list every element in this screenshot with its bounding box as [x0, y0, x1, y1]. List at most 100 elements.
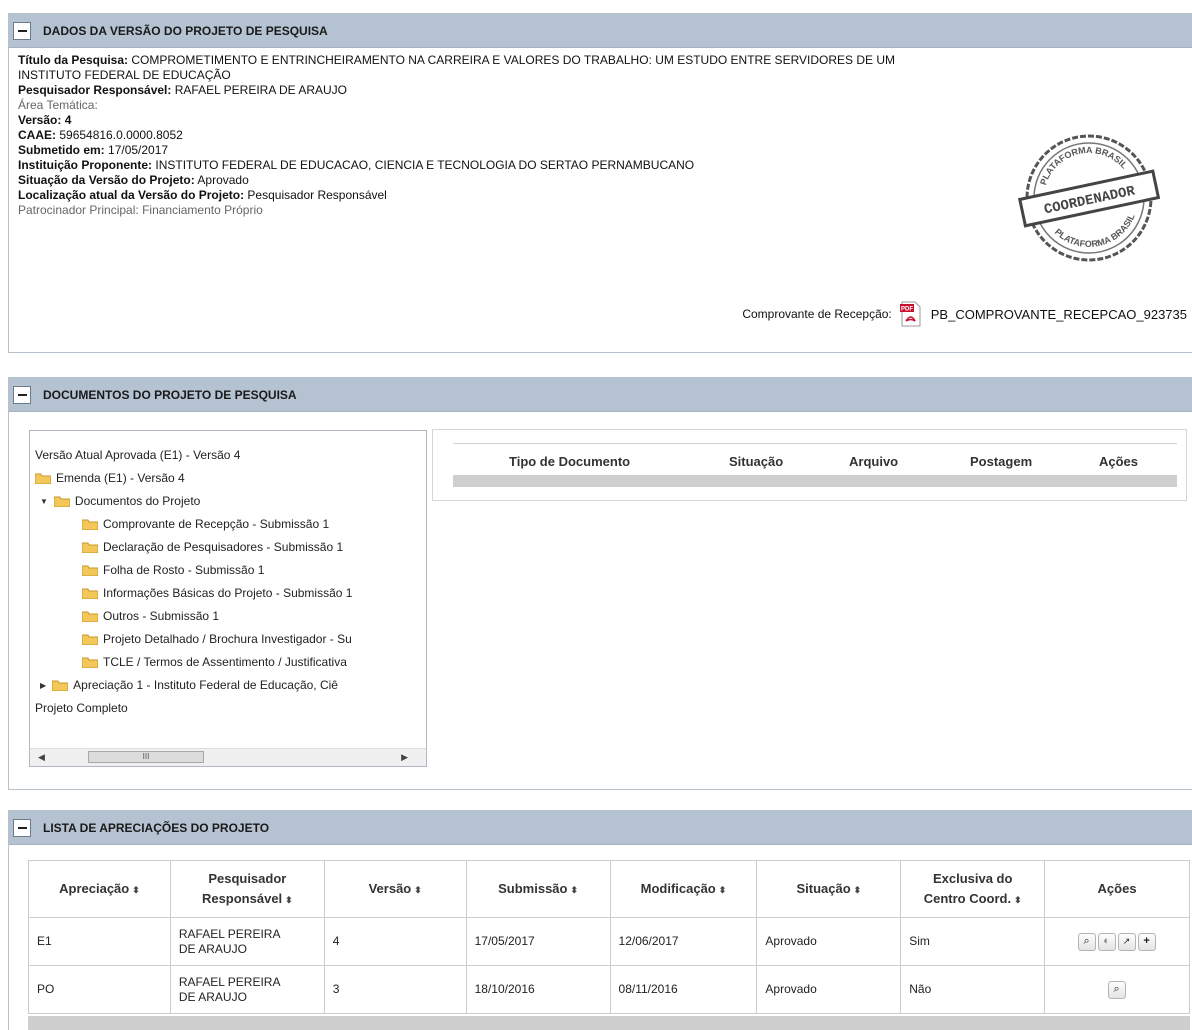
- cell-submissao: 18/10/2016: [465, 965, 611, 1014]
- tree-item-versao-atual[interactable]: Versão Atual Aprovada (E1) - Versão 4: [35, 446, 240, 464]
- pdf-icon-text: PDF: [901, 307, 913, 313]
- col-tipo-documento[interactable]: Tipo de Documento: [509, 454, 630, 469]
- sort-icon[interactable]: ⬍: [1014, 895, 1022, 905]
- collapsed-arrow-icon[interactable]: ▶: [40, 681, 46, 690]
- coordenador-stamp: PLATAFORMA BRASIL PLATAFORMA BRASIL COOR…: [1018, 134, 1161, 262]
- col-pesquisador[interactable]: Pesquisador Responsável ⬍: [169, 860, 325, 918]
- col-acoes[interactable]: Ações: [1099, 454, 1138, 469]
- pdf-icon[interactable]: PDF: [899, 301, 922, 327]
- tree-item-comprovante[interactable]: Comprovante de Recepção - Submissão 1: [82, 515, 329, 533]
- tree-item-apreciacao[interactable]: ▶ Apreciação 1 - Instituto Federal de Ed…: [40, 676, 338, 694]
- collapse-dados-button[interactable]: [13, 21, 31, 40]
- cell-versao: 3: [323, 965, 467, 1014]
- apreciacoes-header-row: Apreciação ⬍ Pesquisador Responsável ⬍ Vers…: [28, 860, 1190, 918]
- folder-icon: [52, 679, 69, 691]
- plus-icon[interactable]: +: [1137, 932, 1156, 951]
- col-apreciacao[interactable]: Apreciação ⬍: [28, 860, 171, 918]
- project-info: Título da Pesquisa: COMPROMETIMENTO E EN…: [18, 53, 1148, 218]
- cell-modificacao: 08/11/2016: [609, 965, 758, 1014]
- cell-submissao: 17/05/2017: [465, 917, 611, 966]
- tree-item-label: Versão Atual Aprovada (E1) - Versão 4: [35, 448, 241, 462]
- search-icon[interactable]: ⌕: [1077, 932, 1096, 951]
- col-exclusiva[interactable]: Exclusiva do Centro Coord. ⬍: [900, 860, 1046, 918]
- tree-item-outros[interactable]: Outros - Submissão 1: [82, 607, 219, 625]
- sort-icon[interactable]: ⬍: [414, 885, 422, 895]
- folder-icon: [82, 587, 98, 599]
- cell-acoes: ⌕ ◐ ↗ +: [1044, 917, 1190, 966]
- folder-icon: [82, 541, 98, 553]
- search-icon[interactable]: ⌕: [1107, 980, 1126, 999]
- clock-icon[interactable]: ◐: [1097, 932, 1116, 951]
- cell-pesquisador: RAFAEL PEREIRA DE ARAUJO: [169, 917, 325, 966]
- instituicao-value: INSTITUTO FEDERAL DE EDUCACAO, CIENCIA E…: [155, 158, 695, 172]
- comprovante-label: Comprovante de Recepção:: [742, 307, 892, 321]
- sort-icon[interactable]: ⬍: [570, 885, 578, 895]
- tree-item-projeto-completo[interactable]: Projeto Completo: [35, 699, 128, 717]
- col-situacao[interactable]: Situação ⬍: [756, 860, 902, 918]
- collapse-documentos-button[interactable]: [13, 385, 31, 404]
- scroll-left-icon[interactable]: ◀: [38, 752, 45, 763]
- apreciacoes-table: Apreciação ⬍ Pesquisador Responsável ⬍ Vers…: [28, 860, 1190, 1014]
- tree-item-projeto-detalhado[interactable]: Projeto Detalhado / Brochura Investigado…: [82, 630, 352, 648]
- tree-item-label: Declaração de Pesquisadores - Submissão …: [103, 540, 344, 554]
- sort-icon[interactable]: ⬍: [285, 895, 293, 905]
- documentos-panel-header: DOCUMENTOS DO PROJETO DE PESQUISA: [9, 378, 1192, 412]
- folder-icon: [82, 656, 98, 668]
- tree-item-declaracao[interactable]: Declaração de Pesquisadores - Submissão …: [82, 538, 343, 556]
- dados-panel-title: DADOS DA VERSÃO DO PROJETO DE PESQUISA: [43, 23, 328, 38]
- folder-icon: [82, 564, 98, 576]
- apreciacoes-panel-title: LISTA DE APRECIAÇÕES DO PROJETO: [43, 820, 270, 835]
- external-link-icon[interactable]: ↗: [1117, 932, 1136, 951]
- cell-exclusiva: Sim: [900, 917, 1046, 966]
- apreciacoes-table-footer: [28, 1016, 1190, 1030]
- tree-item-label: Documentos do Projeto: [74, 494, 201, 508]
- tree-item-label: Outros - Submissão 1: [103, 609, 220, 623]
- documents-table-header: Tipo de Documento Situação Arquivo Posta…: [453, 443, 1177, 476]
- tree-item-label: Informações Básicas do Projeto - Submiss…: [103, 586, 353, 600]
- tree-horizontal-scrollbar[interactable]: ◀ III ▶: [30, 748, 426, 766]
- sort-icon[interactable]: ⬍: [719, 885, 727, 895]
- col-arquivo[interactable]: Arquivo: [849, 454, 898, 469]
- pesquisador-value: RAFAEL PEREIRA DE ARAUJO: [174, 83, 348, 97]
- col-postagem[interactable]: Postagem: [970, 454, 1032, 469]
- tree-item-tcle[interactable]: TCLE / Termos de Assentimento / Justific…: [82, 653, 347, 671]
- submetido-label: Submetido em:: [18, 143, 105, 157]
- cell-apreciacao: E1: [28, 917, 171, 966]
- patrocinador-label: Patrocinador Principal:: [18, 203, 139, 217]
- documents-table-container: Tipo de Documento Situação Arquivo Posta…: [432, 429, 1187, 501]
- tree-item-label: Apreciação 1 - Instituto Federal de Educ…: [73, 678, 338, 692]
- submetido-value: 17/05/2017: [108, 143, 169, 157]
- comprovante-file-link[interactable]: PB_COMPROVANTE_RECEPCAO_923735: [931, 307, 1187, 322]
- tree-item-emenda[interactable]: Emenda (E1) - Versão 4: [35, 469, 185, 487]
- sort-icon[interactable]: ⬍: [132, 885, 140, 895]
- expanded-arrow-icon[interactable]: ▼: [40, 497, 48, 506]
- titulo-value-cont: INSTITUTO FEDERAL DE EDUCAÇÃO: [18, 68, 231, 82]
- tree-item-informacoes[interactable]: Informações Básicas do Projeto - Submiss…: [82, 584, 352, 602]
- scroll-thumb[interactable]: III: [88, 751, 204, 763]
- folder-icon: [82, 518, 98, 530]
- collapse-apreciacoes-button[interactable]: [13, 818, 31, 837]
- col-modificacao[interactable]: Modificação ⬍: [609, 860, 758, 918]
- localizacao-value: Pesquisador Responsável: [247, 188, 387, 202]
- titulo-value: COMPROMETIMENTO E ENTRINCHEIRAMENTO NA C…: [131, 53, 896, 67]
- minus-icon: [17, 29, 27, 32]
- minus-icon: [17, 393, 27, 396]
- tree-item-documentos-projeto[interactable]: ▼ Documentos do Projeto: [40, 492, 200, 510]
- caae-label: CAAE:: [18, 128, 56, 142]
- col-submissao[interactable]: Submissão ⬍: [465, 860, 611, 918]
- sort-icon[interactable]: ⬍: [854, 885, 862, 895]
- caae-value: 59654816.0.0000.8052: [59, 128, 183, 142]
- cell-modificacao: 12/06/2017: [609, 917, 758, 966]
- situacao-label: Situação da Versão do Projeto:: [18, 173, 195, 187]
- col-versao[interactable]: Versão ⬍: [323, 860, 467, 918]
- cell-acoes: ⌕: [1044, 965, 1190, 1014]
- situacao-value: Aprovado: [197, 173, 249, 187]
- tree-item-folha-rosto[interactable]: Folha de Rosto - Submissão 1: [82, 561, 264, 579]
- localizacao-label: Localização atual da Versão do Projeto:: [18, 188, 245, 202]
- scroll-right-icon[interactable]: ▶: [401, 752, 408, 763]
- document-tree: Versão Atual Aprovada (E1) - Versão 4 Em…: [29, 430, 427, 767]
- documentos-panel-title: DOCUMENTOS DO PROJETO DE PESQUISA: [43, 387, 297, 402]
- apreciacoes-panel-header: LISTA DE APRECIAÇÕES DO PROJETO: [9, 811, 1192, 845]
- cell-situacao: Aprovado: [756, 917, 902, 966]
- col-situacao[interactable]: Situação: [729, 454, 783, 469]
